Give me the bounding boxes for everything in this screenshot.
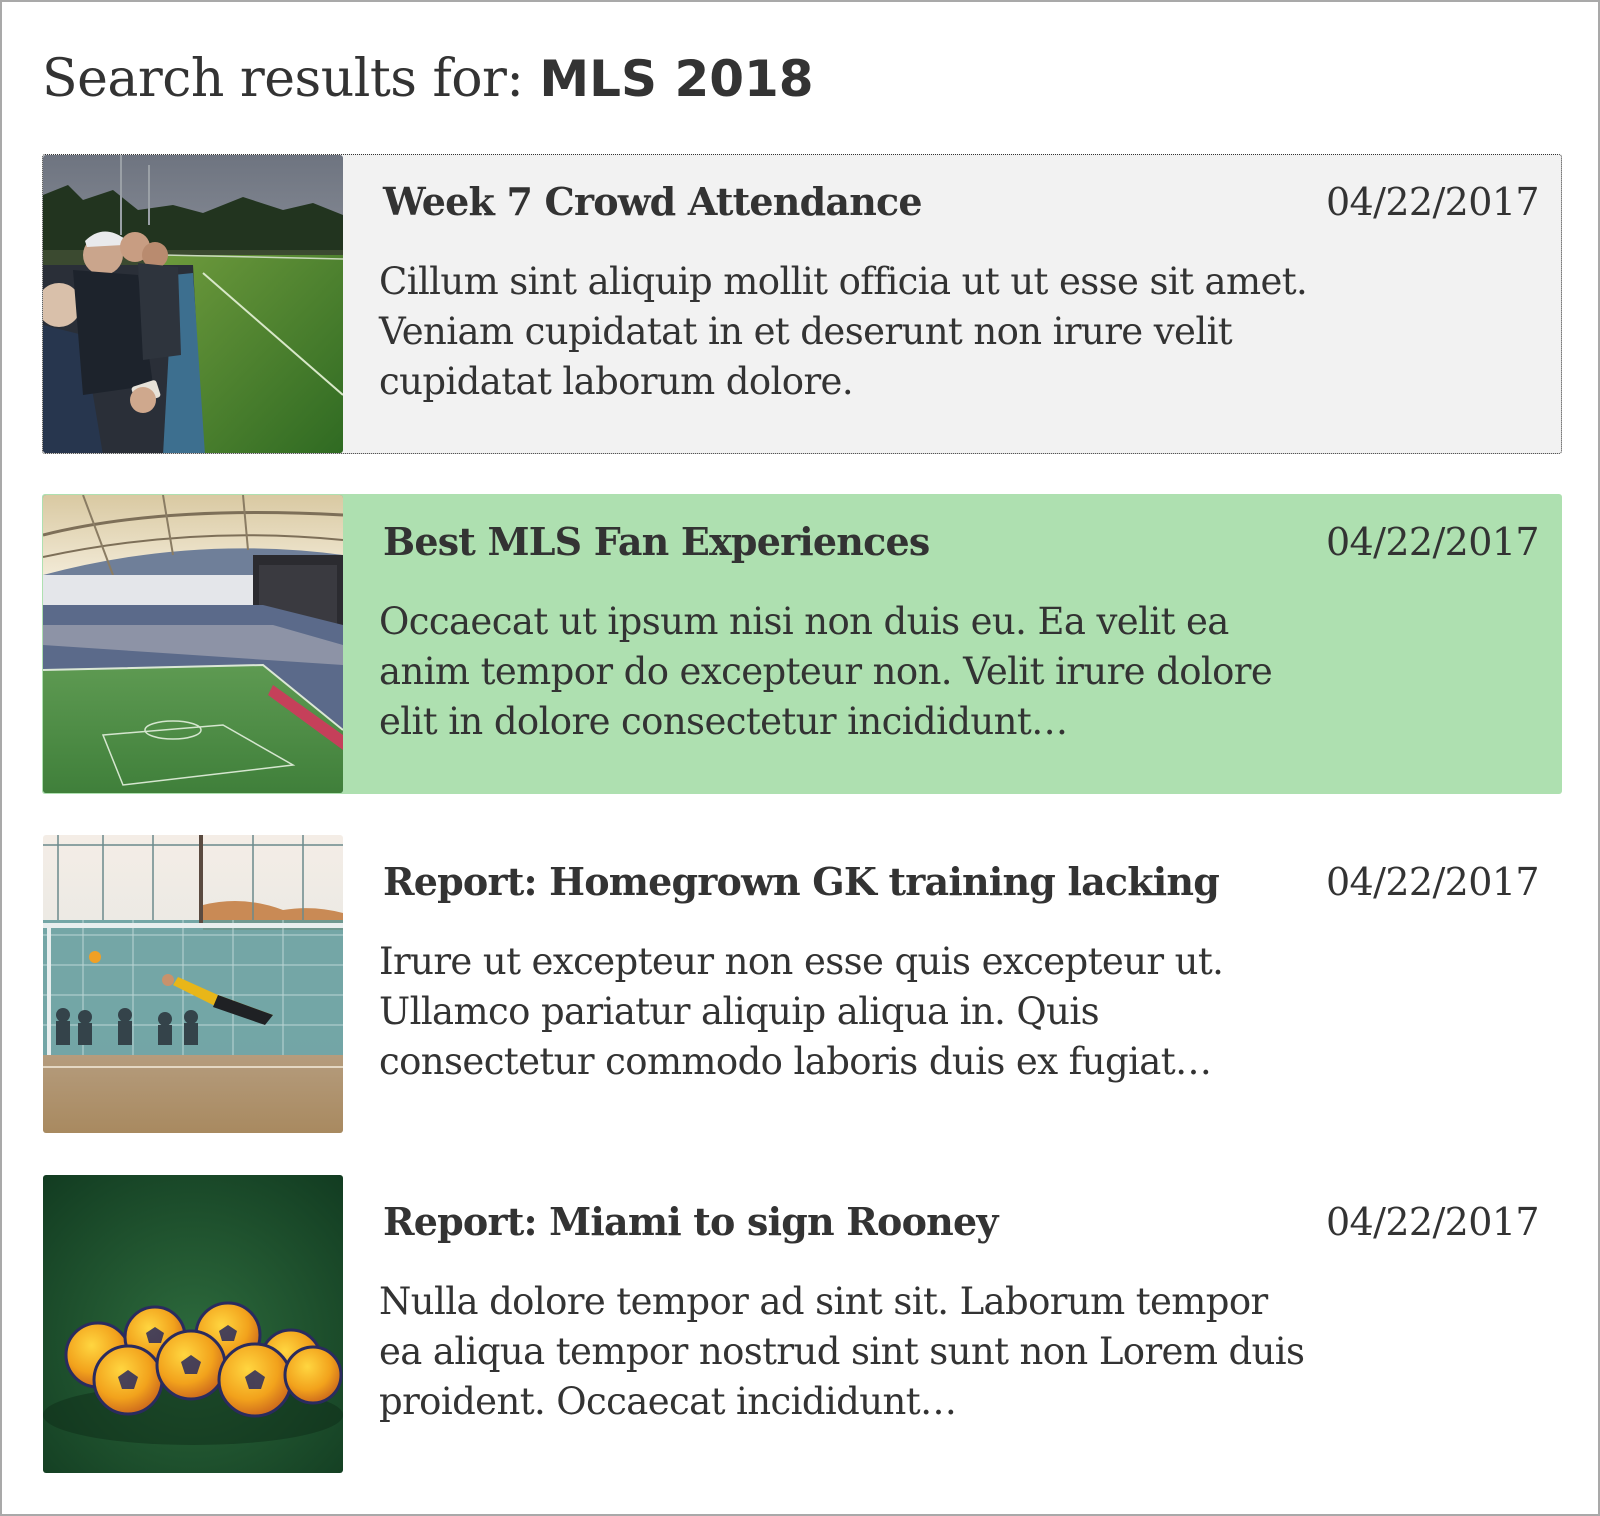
result-title[interactable]: Best MLS Fan Experiences <box>383 517 930 567</box>
crowd-at-pitchside-image <box>43 155 343 453</box>
page-title: Search results for: MLS 2018 <box>42 44 814 114</box>
result-title[interactable]: Report: Miami to sign Rooney <box>383 1197 998 1247</box>
result-snippet: Cillum sint aliquip mollit officia ut ut… <box>379 260 1308 403</box>
search-query: MLS 2018 <box>539 50 814 108</box>
result-item-homegrown-gk-training[interactable]: Report: Homegrown GK training lacking 04… <box>42 834 1562 1134</box>
result-item-week-7-crowd-attendance[interactable]: Week 7 Crowd Attendance 04/22/2017 Cillu… <box>42 154 1562 454</box>
result-title[interactable]: Week 7 Crowd Attendance <box>383 177 923 227</box>
results-list: Week 7 Crowd Attendance 04/22/2017 Cillu… <box>42 154 1562 1514</box>
result-snippet: Occaecat ut ipsum nisi non duis eu. Ea v… <box>379 600 1273 743</box>
goalkeeper-dive-image <box>43 835 343 1133</box>
search-results-prefix: Search results for: <box>42 49 540 109</box>
result-date: 04/22/2017 <box>1325 860 1540 904</box>
search-results-panel: Search results for: MLS 2018 Week 7 Crow… <box>0 0 1600 1516</box>
result-snippet: Irure ut excepteur non esse quis excepte… <box>379 940 1224 1083</box>
result-title[interactable]: Report: Homegrown GK training lacking <box>383 857 1220 907</box>
result-date: 04/22/2017 <box>1325 1200 1540 1244</box>
result-item-miami-to-sign-rooney[interactable]: Report: Miami to sign Rooney 04/22/2017 … <box>42 1174 1562 1474</box>
result-item-best-mls-fan-experiences[interactable]: Best MLS Fan Experiences 04/22/2017 Occa… <box>42 494 1562 794</box>
result-snippet: Nulla dolore tempor ad sint sit. Laborum… <box>379 1280 1305 1423</box>
soccer-balls-image <box>43 1175 343 1473</box>
result-date: 04/22/2017 <box>1325 180 1540 224</box>
result-date: 04/22/2017 <box>1325 520 1540 564</box>
stadium-image <box>43 495 343 793</box>
